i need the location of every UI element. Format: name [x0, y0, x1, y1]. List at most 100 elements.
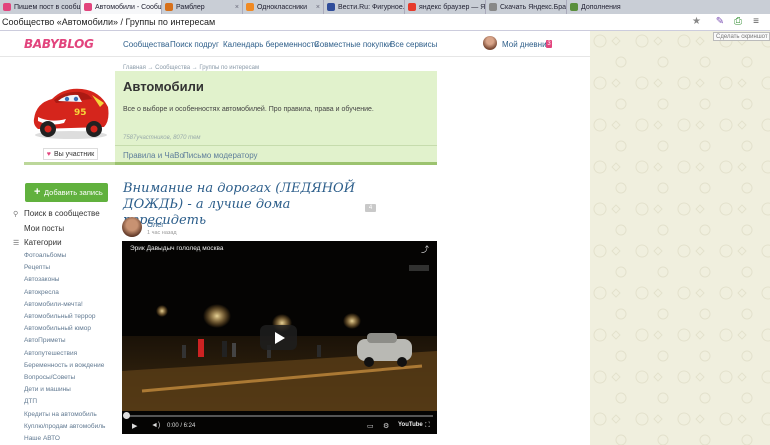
site-header: BABYBLOG Сообщества Поиск подруг Календа…: [0, 31, 590, 57]
category-link[interactable]: ДТП: [24, 398, 37, 405]
video-controls: ▶ ◄) 0:00 / 6:24 ▭ ⚙ YouTube ⛶: [122, 419, 437, 434]
browser-tab[interactable]: Пишем пост в сообщ...×: [0, 0, 81, 14]
browser-tab[interactable]: Вести.Ru: Фигурное...×: [324, 0, 405, 14]
tooltip: Сделать скриншот: [713, 32, 770, 41]
category-link[interactable]: Автозаконы: [24, 276, 59, 283]
odnoklassniki-favicon-icon: [246, 3, 254, 11]
divider: [115, 162, 437, 165]
captions-icon[interactable]: ▭: [367, 422, 374, 430]
category-link[interactable]: Фотоальбомы: [24, 252, 66, 259]
yandex-favicon-icon: [408, 3, 416, 11]
play-icon[interactable]: ▶: [132, 422, 137, 430]
diary-count-badge: 3: [546, 40, 552, 48]
progress-handle[interactable]: [123, 412, 130, 419]
list-icon: ☰: [13, 240, 20, 247]
member-button[interactable]: ♥ Вы участник: [43, 148, 98, 160]
sidebar-categories: ☰ Категории: [13, 238, 62, 247]
group-stats: 7587участников, 8070 тем: [123, 135, 201, 141]
user-avatar[interactable]: [483, 36, 497, 50]
breadcrumb[interactable]: Главная → Сообщества → Группы по интерес…: [123, 65, 259, 71]
browser-tab[interactable]: Одноклассники ×: [243, 0, 324, 14]
my-diary-link[interactable]: Мой дневник: [502, 40, 550, 49]
search-icon: ⚲: [13, 211, 19, 218]
nav-find-friends[interactable]: Поиск подруг: [170, 40, 219, 49]
address-bar[interactable]: Сообщество «Автомобили» / Группы по инте…: [0, 14, 770, 31]
vesti-favicon-icon: [327, 3, 335, 11]
add-post-button[interactable]: + Добавить запись: [25, 183, 108, 202]
category-link[interactable]: Рецепты: [24, 264, 50, 271]
write-moderator-link[interactable]: Письмо модератору: [183, 151, 258, 160]
nav-pregnancy-calendar[interactable]: Календарь беременности: [223, 40, 319, 49]
share-icon[interactable]: ⤴: [421, 244, 429, 255]
category-link[interactable]: Дети и машины: [24, 386, 71, 393]
babyblog-favicon-icon: [84, 3, 92, 11]
browser-tab[interactable]: Скачать Яндекс.Брау...×: [486, 0, 567, 14]
tab-label: Дополнения: [581, 3, 621, 11]
post-time: 1 час назад: [147, 230, 177, 236]
category-link[interactable]: Автокресла: [24, 289, 59, 296]
play-button[interactable]: [260, 325, 297, 350]
pen-icon[interactable]: ✎: [714, 16, 726, 28]
bookmark-star-icon[interactable]: ★: [692, 16, 701, 27]
author-avatar[interactable]: [122, 217, 142, 237]
category-link[interactable]: Кредиты на автомобиль: [24, 411, 97, 418]
svg-text:95: 95: [74, 108, 87, 118]
plus-icon: +: [34, 186, 41, 198]
sidebar-my-posts[interactable]: Мои посты: [24, 224, 64, 233]
fullscreen-icon[interactable]: ⛶: [425, 422, 430, 430]
volume-icon[interactable]: ◄): [151, 422, 160, 429]
heart-icon: ♥: [46, 151, 51, 158]
add-post-label: Добавить запись: [44, 188, 103, 197]
babyblog-logo[interactable]: BABYBLOG: [24, 37, 94, 51]
tab-bar: Пишем пост в сообщ...×Автомобили - Сообщ…: [0, 0, 770, 14]
divider: [115, 145, 437, 146]
tab-label: Пишем пост в сообщ...: [14, 3, 81, 11]
author-name[interactable]: Олег: [147, 220, 164, 229]
screenshot-icon[interactable]: ⎙: [732, 16, 744, 28]
category-link[interactable]: АвтоПриметы: [24, 337, 66, 344]
page-background-pattern: [590, 31, 770, 445]
nav-joint-purchases[interactable]: Совместные покупки: [314, 40, 392, 49]
category-link[interactable]: Автомобильный юмор: [24, 325, 91, 332]
video-progress-bar[interactable]: [126, 415, 433, 417]
group-image: 95: [30, 73, 112, 143]
address-text[interactable]: Сообщество «Автомобили» / Группы по инте…: [0, 17, 215, 27]
category-link[interactable]: Наше АВТО: [24, 435, 60, 442]
tab-label: Вести.Ru: Фигурное...: [338, 3, 405, 11]
comment-count-badge[interactable]: 4: [365, 204, 376, 212]
menu-icon[interactable]: ≡: [750, 16, 762, 28]
nav-all-services[interactable]: Все сервисы: [390, 40, 437, 49]
browser-tab[interactable]: Автомобили - Сообщ...×: [81, 0, 162, 14]
category-link[interactable]: Автомобили-мечта!: [24, 301, 83, 308]
category-link[interactable]: Вопросы/Советы: [24, 374, 75, 381]
babyblog-favicon-icon: [3, 3, 11, 11]
browser-tab[interactable]: яндекс браузер — Ян...×: [405, 0, 486, 14]
category-link[interactable]: Автопутешествия: [24, 350, 77, 357]
member-label: Вы участник: [53, 151, 95, 158]
rambler-favicon-icon: [165, 3, 173, 11]
category-link[interactable]: Куплю/продам автомобиль: [24, 423, 105, 430]
tab-label: Автомобили - Сообщ...: [95, 3, 161, 11]
nav-communities[interactable]: Сообщества: [123, 40, 169, 49]
browser-tab[interactable]: Рамблер ×: [162, 0, 243, 14]
rules-faq-link[interactable]: Правила и ЧаВо: [123, 151, 184, 160]
video-player[interactable]: Эрик Давыдыч гололед москва ⤴ ▶ ◄) 0:00 …: [122, 241, 437, 434]
tab-label: Рамблер: [176, 3, 205, 11]
video-title[interactable]: Эрик Давыдыч гололед москва: [130, 245, 223, 252]
background-pattern: [590, 31, 770, 445]
settings-icon[interactable]: ⚙: [383, 422, 389, 430]
tab-label: Одноклассники: [257, 3, 308, 11]
category-link[interactable]: Автомобильный террор: [24, 313, 95, 320]
tab-label: яндекс браузер — Ян...: [419, 3, 486, 11]
tab-close-icon[interactable]: ×: [316, 4, 320, 11]
sidebar-search[interactable]: ⚲ Поиск в сообществе: [13, 209, 100, 218]
sidebar-search-label: Поиск в сообществе: [24, 209, 100, 218]
red-car-cartoon: 95: [30, 73, 112, 143]
group-description: Все о выборе и особенностях автомобилей.…: [123, 106, 374, 113]
web-page: BABYBLOG Сообщества Поиск подруг Календа…: [0, 31, 770, 445]
categories-label: Категории: [24, 238, 62, 247]
category-link[interactable]: Беременность и вождение: [24, 362, 104, 369]
browser-tab[interactable]: Дополнения: [567, 0, 650, 14]
youtube-logo[interactable]: YouTube: [398, 422, 423, 428]
tab-close-icon[interactable]: ×: [235, 4, 239, 11]
